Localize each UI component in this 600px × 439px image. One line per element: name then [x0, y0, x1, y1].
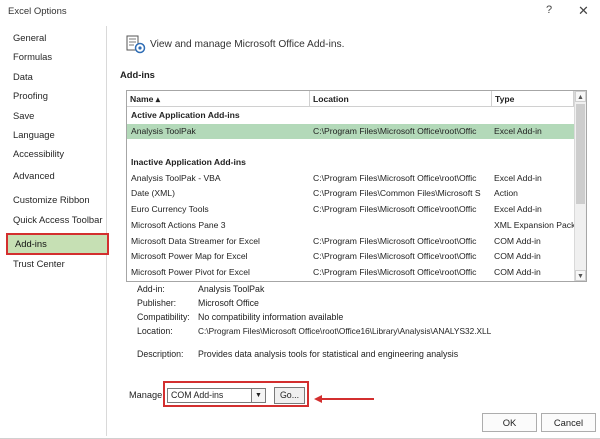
table-row[interactable]: Date (XML) C:\Program Files\Common Files… — [127, 186, 574, 202]
scroll-thumb[interactable] — [576, 104, 585, 204]
sidebar-item-add-ins[interactable]: Add-ins — [6, 233, 109, 255]
sidebar: General Formulas Data Proofing Save Lang… — [6, 26, 109, 436]
help-button[interactable]: ? — [546, 4, 552, 16]
cell-type: COM Add-in — [494, 266, 541, 277]
manage-dropdown-value: COM Add-ins — [171, 390, 224, 400]
column-header-type[interactable]: Type — [492, 91, 574, 107]
table-row[interactable]: Euro Currency Tools C:\Program Files\Mic… — [127, 202, 574, 218]
group-label-active: Active Application Add-ins — [131, 110, 240, 120]
cell-name: Microsoft Power Map for Excel — [131, 251, 248, 262]
cell-name: Date (XML) — [131, 188, 175, 199]
sidebar-item-accessibility[interactable]: Accessibility — [6, 145, 104, 163]
chevron-down-icon[interactable]: ▼ — [251, 389, 265, 402]
table-group-row: Active Application Add-ins — [127, 108, 574, 124]
sidebar-item-trust-center[interactable]: Trust Center — [6, 255, 104, 273]
detail-value-addin: Analysis ToolPak — [198, 284, 265, 294]
cell-location: C:\Program Files\Microsoft Office\root\O… — [313, 204, 477, 215]
cell-location: C:\Program Files\Common Files\Microsoft … — [313, 188, 481, 199]
scroll-up-icon[interactable]: ▲ — [575, 91, 586, 102]
cell-type: Excel Add-in — [494, 204, 542, 215]
detail-value-location: C:\Program Files\Microsoft Office\root\O… — [198, 326, 492, 336]
table-row[interactable]: Analysis ToolPak - VBA C:\Program Files\… — [127, 171, 574, 187]
ok-button[interactable]: OK — [482, 413, 537, 432]
detail-value-compatibility: No compatibility information available — [198, 312, 344, 322]
sidebar-item-proofing[interactable]: Proofing — [6, 87, 104, 105]
section-label-add-ins: Add-ins — [120, 69, 155, 80]
detail-label-location: Location: — [137, 326, 173, 336]
addins-table: Name ▴ Location Type Active Application … — [126, 90, 587, 282]
column-header-name[interactable]: Name ▴ — [127, 91, 310, 107]
sidebar-item-formulas[interactable]: Formulas — [6, 48, 104, 66]
cell-name: Microsoft Data Streamer for Excel — [131, 235, 260, 246]
detail-label-compatibility: Compatibility: — [137, 312, 190, 322]
scroll-down-icon[interactable]: ▼ — [575, 270, 586, 281]
cell-type: XML Expansion Pack — [494, 219, 574, 230]
cancel-button[interactable]: Cancel — [541, 413, 596, 432]
cell-location: C:\Program Files\Microsoft Office\root\O… — [313, 172, 477, 183]
cell-type: COM Add-in — [494, 235, 541, 246]
go-button[interactable]: Go... — [274, 387, 305, 404]
group-label-inactive: Inactive Application Add-ins — [131, 157, 246, 167]
table-row[interactable]: Microsoft Actions Pane 3 XML Expansion P… — [127, 218, 574, 234]
detail-label-addin: Add-in: — [137, 284, 165, 294]
cell-type: Excel Add-in — [494, 125, 542, 136]
cell-name: Analysis ToolPak — [131, 125, 196, 136]
sidebar-item-quick-access-toolbar[interactable]: Quick Access Toolbar — [6, 211, 104, 229]
manage-label: Manage: — [129, 390, 165, 400]
table-row[interactable]: Microsoft Power Pivot for Excel C:\Progr… — [127, 265, 574, 281]
table-row[interactable]: Microsoft Power Map for Excel C:\Program… — [127, 249, 574, 265]
cell-location: C:\Program Files\Microsoft Office\root\O… — [313, 235, 477, 246]
sidebar-item-general[interactable]: General — [6, 29, 104, 47]
table-group-row: Inactive Application Add-ins — [127, 155, 574, 171]
window-title: Excel Options — [8, 6, 67, 17]
page-heading: View and manage Microsoft Office Add-ins… — [150, 39, 345, 50]
cell-type: COM Add-in — [494, 251, 541, 262]
column-header-location[interactable]: Location — [310, 91, 492, 107]
detail-value-description: Provides data analysis tools for statist… — [198, 349, 459, 359]
red-arrow-icon — [314, 395, 374, 403]
cell-name: Analysis ToolPak - VBA — [131, 172, 221, 183]
cell-location: C:\Program Files\Microsoft Office\root\O… — [313, 125, 477, 136]
cell-location: C:\Program Files\Microsoft Office\root\O… — [313, 266, 477, 277]
sidebar-item-advanced[interactable]: Advanced — [6, 167, 104, 185]
detail-value-publisher: Microsoft Office — [198, 298, 259, 308]
addins-gear-icon — [126, 35, 146, 54]
manage-dropdown[interactable]: COM Add-ins ▼ — [167, 388, 266, 403]
sidebar-item-save[interactable]: Save — [6, 107, 104, 125]
detail-label-description: Description: — [137, 349, 184, 359]
cell-name: Euro Currency Tools — [131, 204, 209, 215]
table-row[interactable]: Analysis ToolPak C:\Program Files\Micros… — [127, 123, 574, 140]
vertical-scrollbar[interactable]: ▲ ▼ — [574, 91, 586, 281]
cell-type: Action — [494, 188, 518, 199]
detail-label-publisher: Publisher: — [137, 298, 177, 308]
sidebar-item-customize-ribbon[interactable]: Customize Ribbon — [6, 191, 104, 209]
cell-name: Microsoft Power Pivot for Excel — [131, 266, 250, 277]
cell-name: Microsoft Actions Pane 3 — [131, 219, 226, 230]
table-row[interactable]: Microsoft Data Streamer for Excel C:\Pro… — [127, 234, 574, 250]
close-button[interactable]: ✕ — [578, 3, 589, 19]
sidebar-item-language[interactable]: Language — [6, 126, 104, 144]
sidebar-item-data[interactable]: Data — [6, 68, 104, 86]
title-bar — [0, 0, 600, 26]
cell-type: Excel Add-in — [494, 172, 542, 183]
cell-location: C:\Program Files\Microsoft Office\root\O… — [313, 251, 477, 262]
